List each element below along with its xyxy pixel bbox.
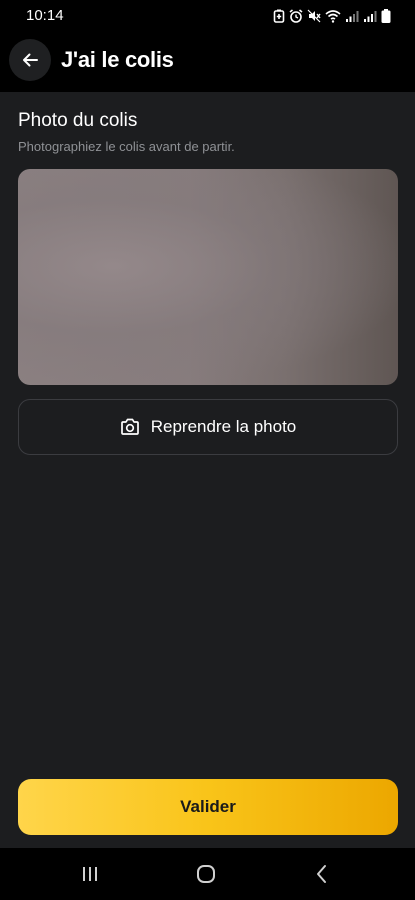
- status-time: 10:14: [26, 7, 64, 24]
- camera-icon: [120, 418, 140, 436]
- retake-photo-button[interactable]: Reprendre la photo: [18, 399, 398, 455]
- recent-apps-icon: [83, 867, 97, 881]
- back-button[interactable]: [9, 39, 51, 81]
- status-icons: [273, 8, 391, 24]
- top-app-bar: J'ai le colis: [0, 32, 415, 92]
- validate-button[interactable]: Valider: [18, 779, 398, 835]
- battery-saver-icon: [273, 9, 285, 23]
- section-title: Photo du colis: [18, 110, 138, 131]
- package-photo-preview: [18, 169, 398, 385]
- recent-apps-button[interactable]: [78, 862, 102, 886]
- alarm-icon: [289, 9, 303, 23]
- page-title: J'ai le colis: [61, 47, 174, 72]
- signal-icon: [363, 9, 377, 23]
- wifi-icon: [325, 9, 341, 23]
- back-icon: [317, 865, 326, 883]
- system-back-button[interactable]: [310, 862, 334, 886]
- retake-photo-label: Reprendre la photo: [150, 417, 297, 436]
- home-button[interactable]: [194, 862, 218, 886]
- mute-icon: [307, 9, 321, 23]
- status-bar: 10:14: [0, 0, 415, 32]
- app-screen: 10:14 J'ai le colis Photo du colis Photo…: [0, 0, 415, 900]
- arrow-left-icon: [23, 53, 38, 67]
- home-icon: [197, 865, 215, 883]
- battery-icon: [381, 9, 391, 23]
- signal-icon: [345, 9, 359, 23]
- section-subtitle: Photographiez le colis avant de partir.: [18, 139, 235, 154]
- system-nav-bar: [0, 848, 415, 900]
